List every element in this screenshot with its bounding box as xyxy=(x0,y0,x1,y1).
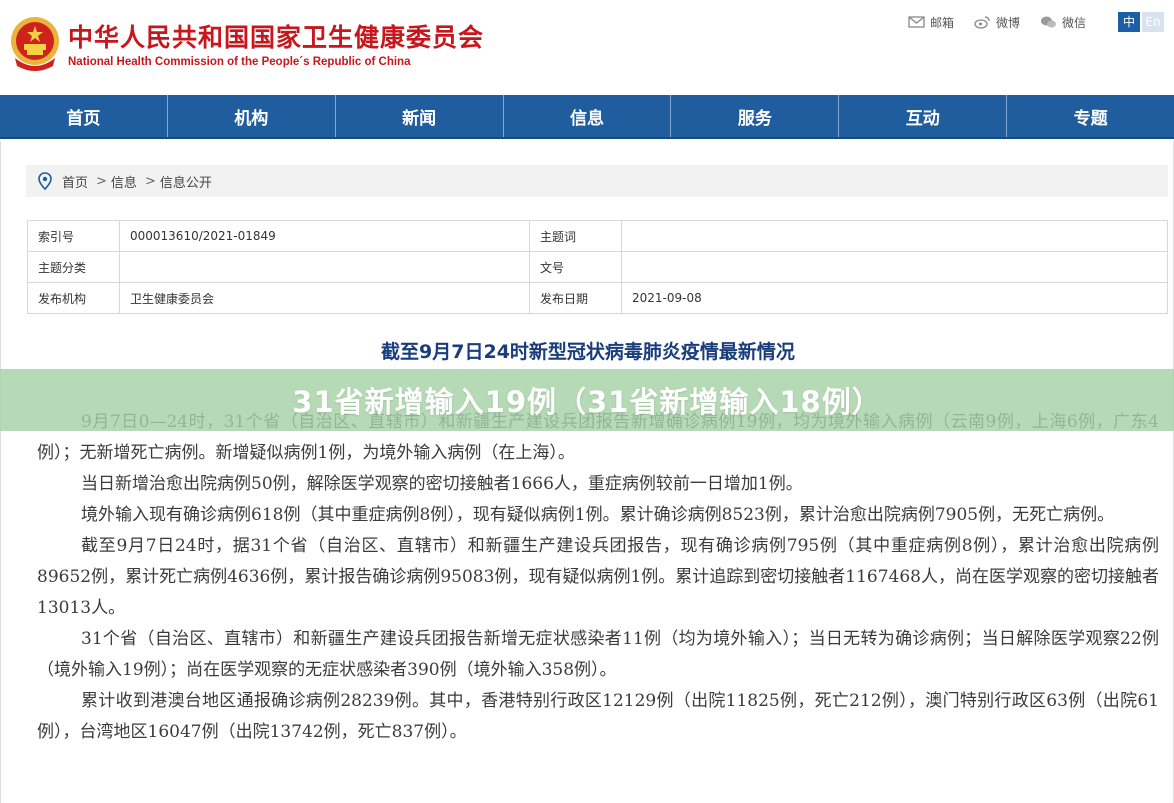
date-value: 2021-09-08 xyxy=(621,282,1168,314)
issuer-value: 卫生健康委员会 xyxy=(119,282,530,314)
mail-icon xyxy=(908,16,925,28)
date-label: 发布日期 xyxy=(529,282,622,314)
breadcrumb-information[interactable]: 信息 xyxy=(111,172,137,191)
nav-item-services[interactable]: 服务 xyxy=(671,95,840,137)
breadcrumb-separator: > xyxy=(96,173,107,189)
weibo-link[interactable]: 微博 xyxy=(974,14,1020,31)
language-switch: 中 En xyxy=(1118,12,1164,32)
headline-overlay-text: 31省新增输入19例（31省新增输入18例） xyxy=(292,385,882,419)
category-value xyxy=(119,251,530,283)
wechat-icon xyxy=(1040,16,1056,28)
nav-item-home[interactable]: 首页 xyxy=(0,95,168,137)
issuer-label: 发布机构 xyxy=(27,282,120,314)
weibo-icon xyxy=(974,16,990,29)
doc-no-value xyxy=(621,251,1168,283)
document-meta-table: 索引号 000013610/2021-01849 主题词 主题分类 文号 发布机… xyxy=(27,220,1168,314)
nav-item-news[interactable]: 新闻 xyxy=(336,95,504,137)
article-paragraph: 累计收到港澳台地区通报确诊病例28239例。其中，香港特别行政区12129例（出… xyxy=(37,691,1159,742)
lang-en-button[interactable]: En xyxy=(1142,12,1164,32)
index-no-label: 索引号 xyxy=(27,220,120,252)
site-title-cn[interactable]: 中华人民共和国国家卫生健康委员会 xyxy=(68,18,484,54)
breadcrumb-disclosure[interactable]: 信息公开 xyxy=(160,172,212,191)
table-row: 主题分类 文号 xyxy=(27,251,1168,283)
main-content: 首页 > 信息 > 信息公开 索引号 000013610/2021-01849 … xyxy=(0,141,1174,803)
main-nav: 首页 机构 新闻 信息 服务 互动 专题 xyxy=(0,95,1174,139)
article-paragraph: 31个省（自治区、直辖市）和新疆生产建设兵团报告新增无症状感染者11例（均为境外… xyxy=(37,629,1159,680)
article-title: 截至9月7日24时新型冠状病毒肺炎疫情最新情况 xyxy=(381,341,795,363)
location-pin-icon xyxy=(38,172,52,190)
category-label: 主题分类 xyxy=(27,251,120,283)
nav-item-interaction[interactable]: 互动 xyxy=(839,95,1008,137)
article-paragraph: 当日新增治愈出院病例50例，解除医学观察的密切接触者1666人，重症病例较前一日… xyxy=(81,474,803,494)
nav-item-information[interactable]: 信息 xyxy=(504,95,672,137)
site-title-en[interactable]: National Health Commission of the People… xyxy=(68,56,410,68)
lang-zh-button[interactable]: 中 xyxy=(1118,12,1140,32)
keyword-label: 主题词 xyxy=(529,220,622,252)
article-body: 9月7日0—24时，31个省（自治区、直辖市）和新疆生产建设兵团报告新增确诊病例… xyxy=(37,407,1159,748)
doc-no-label: 文号 xyxy=(529,251,622,283)
nav-item-topics[interactable]: 专题 xyxy=(1007,95,1174,137)
table-row: 发布机构 卫生健康委员会 发布日期 2021-09-08 xyxy=(27,282,1168,314)
breadcrumb: 首页 > 信息 > 信息公开 xyxy=(26,165,1168,197)
keyword-value xyxy=(621,220,1168,252)
mail-label: 邮箱 xyxy=(929,15,954,30)
article-paragraph: 境外输入现有确诊病例618例（其中重症病例8例），现有疑似病例1例。累计确诊病例… xyxy=(81,505,1115,525)
wechat-link[interactable]: 微信 xyxy=(1040,14,1086,31)
mail-link[interactable]: 邮箱 xyxy=(908,14,954,31)
breadcrumb-home[interactable]: 首页 xyxy=(62,172,88,191)
site-header: 中华人民共和国国家卫生健康委员会 National Health Commiss… xyxy=(0,0,1174,95)
article-paragraph: 截至9月7日24时，据31个省（自治区、直辖市）和新疆生产建设兵团报告，现有确诊… xyxy=(37,536,1159,618)
breadcrumb-separator: > xyxy=(144,173,156,189)
wechat-label: 微信 xyxy=(1061,15,1086,30)
nav-item-organization[interactable]: 机构 xyxy=(168,95,336,137)
national-emblem-icon[interactable] xyxy=(9,14,61,74)
top-links: 邮箱 微博 微信 中 En xyxy=(908,12,1164,32)
weibo-label: 微博 xyxy=(995,15,1020,30)
table-row: 索引号 000013610/2021-01849 主题词 xyxy=(27,220,1168,252)
headline-overlay-banner: 31省新增输入19例（31省新增输入18例） xyxy=(0,369,1174,431)
index-no-value: 000013610/2021-01849 xyxy=(119,220,530,252)
